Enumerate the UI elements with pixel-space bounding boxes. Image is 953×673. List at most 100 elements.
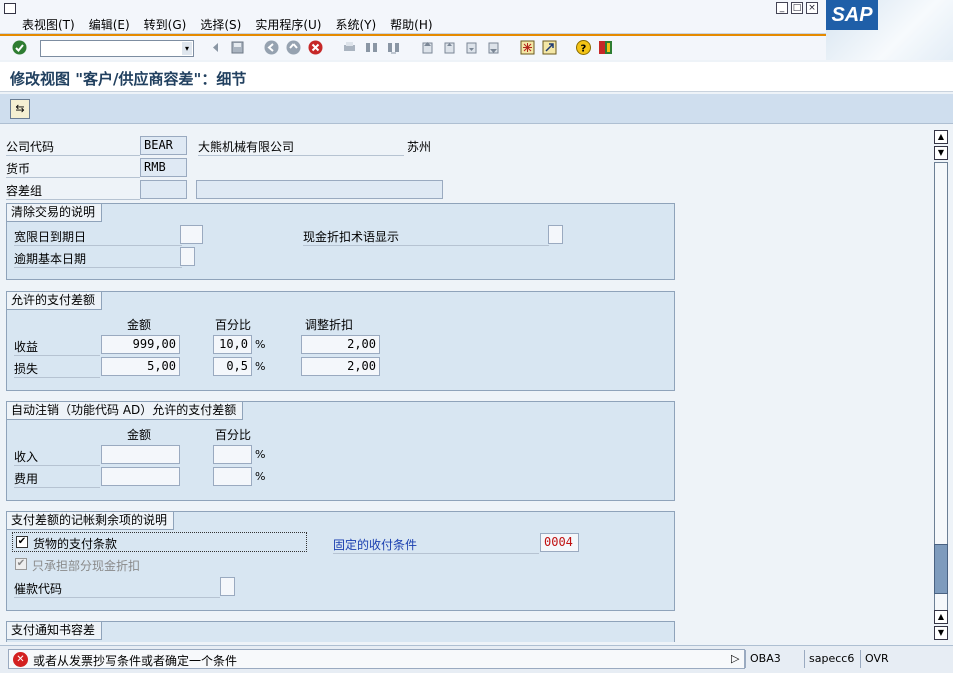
tolerance-group-label: 容差组	[6, 182, 140, 200]
content-area: 公司代码 BEAR 大熊机械有限公司 苏州 货币 RMB 容差组 清除交易的说明…	[0, 126, 930, 642]
currency-label: 货币	[6, 160, 140, 178]
help-icon[interactable]: ?	[576, 40, 591, 55]
menu-items: 表视图(T) 编辑(E) 转到(G) 选择(S) 实用程序(U) 系统(Y) 帮…	[22, 16, 447, 33]
arrears-label: 逾期基本日期	[14, 250, 182, 268]
minimize-icon[interactable]: _	[776, 2, 788, 14]
dunning-key-field[interactable]	[220, 577, 235, 596]
back-nav-icon[interactable]	[208, 40, 223, 55]
col-amount-header: 金额	[127, 318, 152, 332]
expense-amount-field[interactable]	[101, 467, 180, 486]
system-name: sapecc6	[804, 650, 860, 668]
menu-selection[interactable]: 选择(S)	[200, 16, 241, 33]
find-icon[interactable]	[364, 40, 379, 55]
cancel-icon[interactable]	[308, 40, 323, 55]
status-bar: ✕ 或者从发票抄写条件或者确定一个条件 ▷ OBA3 sapecc6 OVR	[0, 645, 953, 673]
writeoff-col-percent-header: 百分比	[215, 428, 252, 442]
cash-disc-field[interactable]	[548, 225, 563, 244]
window-controls: _ □ ×	[776, 2, 818, 14]
find-next-icon[interactable]	[386, 40, 401, 55]
back-icon[interactable]	[264, 40, 279, 55]
dunning-key-label: 催款代码	[14, 580, 220, 598]
layout-icon[interactable]	[598, 40, 613, 55]
next-page-icon[interactable]	[464, 40, 479, 55]
status-expand-icon[interactable]: ▷	[731, 652, 739, 665]
expense-percent-sign: %	[255, 470, 266, 483]
loss-percent-field[interactable]: 0,5	[213, 357, 252, 376]
writeoff-col-amount-header: 金额	[127, 428, 152, 442]
group-advice-title: 支付通知书容差	[7, 622, 103, 640]
system-menu-icon[interactable]	[4, 3, 16, 14]
terms-checkbox[interactable]: ✔	[16, 536, 28, 548]
income-percent-field[interactable]	[213, 445, 252, 464]
revenue-adjust-field[interactable]: 2,00	[301, 335, 380, 354]
grace-days-field[interactable]	[180, 225, 203, 244]
prev-page-icon[interactable]	[442, 40, 457, 55]
scroll-down-icon[interactable]: ▲	[934, 610, 948, 624]
command-history-dropdown-icon[interactable]: ▾	[182, 42, 192, 55]
menubar: 表视图(T) 编辑(E) 转到(G) 选择(S) 实用程序(U) 系统(Y) 帮…	[0, 0, 953, 34]
scroll-thumb[interactable]	[934, 544, 948, 594]
terms-checkbox-label: 货物的支付条款	[33, 537, 118, 551]
vertical-scrollbar[interactable]: ▲ ▼ ▲ ▼	[932, 128, 949, 640]
loss-amount-field[interactable]: 5,00	[101, 357, 180, 376]
partial-disc-label: 只承担部分现金折扣	[32, 559, 141, 573]
page-title: 修改视图 "客户/供应商容差"：细节	[10, 70, 247, 88]
menu-goto[interactable]: 转到(G)	[144, 16, 187, 33]
scroll-up-icon[interactable]: ▼	[934, 146, 948, 160]
expense-percent-field[interactable]	[213, 467, 252, 486]
menu-utilities[interactable]: 实用程序(U)	[255, 16, 321, 33]
revenue-percent-field[interactable]: 10,0	[213, 335, 252, 354]
group-auto-writeoff: 自动注销（功能代码 AD）允许的支付差额 金额 百分比 收入 % 费用 %	[6, 401, 675, 501]
input-mode[interactable]: OVR	[860, 650, 902, 668]
maximize-icon[interactable]: □	[791, 2, 803, 14]
group-advice: 支付通知书容差	[6, 621, 675, 642]
group-clearing-title: 清除交易的说明	[7, 204, 103, 222]
group-payment-diff-title: 允许的支付差额	[7, 292, 103, 310]
fixed-terms-field[interactable]: 0004	[540, 533, 579, 552]
close-icon[interactable]: ×	[806, 2, 818, 14]
grace-days-label: 宽限日到期日	[14, 228, 182, 246]
terms-checkbox-row[interactable]: ✔ 货物的支付条款	[12, 532, 307, 552]
svg-text:?: ?	[581, 44, 587, 55]
group-residual: 支付差额的记帐剩余项的说明 ✔ 货物的支付条款 固定的收付条件 0004 ✔ 只…	[6, 511, 675, 611]
command-field[interactable]: ▾	[40, 40, 194, 57]
last-page-icon[interactable]	[486, 40, 501, 55]
first-page-icon[interactable]	[420, 40, 435, 55]
tolerance-group-field	[140, 180, 187, 199]
loss-label: 损失	[14, 360, 100, 378]
other-entry-icon[interactable]: ⇆	[10, 99, 30, 119]
new-session-icon[interactable]	[520, 40, 535, 55]
company-name: 大熊机械有限公司	[198, 138, 404, 156]
revenue-percent-sign: %	[255, 338, 266, 351]
error-icon: ✕	[13, 652, 28, 667]
enter-icon[interactable]	[12, 40, 27, 55]
save-icon[interactable]	[230, 40, 245, 55]
menu-system[interactable]: 系统(Y)	[335, 16, 376, 33]
arrears-field[interactable]	[180, 247, 195, 266]
scroll-bottom-icon[interactable]: ▼	[934, 626, 948, 640]
menu-help[interactable]: 帮助(H)	[390, 16, 432, 33]
sap-logo: SAP	[826, 0, 953, 60]
sap-logo-text: SAP	[826, 0, 878, 30]
tolerance-group-desc-field[interactable]	[196, 180, 443, 199]
income-amount-field[interactable]	[101, 445, 180, 464]
print-icon[interactable]	[342, 40, 357, 55]
menu-edit[interactable]: 编辑(E)	[89, 16, 130, 33]
scroll-top-icon[interactable]: ▲	[934, 130, 948, 144]
company-code-label: 公司代码	[6, 138, 140, 156]
shortcut-icon[interactable]	[542, 40, 557, 55]
exit-icon[interactable]	[286, 40, 301, 55]
loss-percent-sign: %	[255, 360, 266, 373]
revenue-amount-field[interactable]: 999,00	[101, 335, 180, 354]
company-code-field: BEAR	[140, 136, 187, 155]
loss-adjust-field[interactable]: 2,00	[301, 357, 380, 376]
status-message-area[interactable]: ✕ 或者从发票抄写条件或者确定一个条件 ▷	[8, 649, 745, 669]
title-bar: 修改视图 "客户/供应商容差"：细节	[0, 62, 953, 92]
standard-toolbar: ▾ ?	[0, 34, 826, 60]
fixed-terms-label: 固定的收付条件	[333, 536, 539, 554]
group-clearing: 清除交易的说明 宽限日到期日 现金折扣术语显示 逾期基本日期	[6, 203, 675, 280]
expense-label: 费用	[14, 470, 100, 488]
partial-disc-checkbox: ✔	[15, 558, 27, 570]
status-message: 或者从发票抄写条件或者确定一个条件	[33, 654, 238, 668]
menu-table-view[interactable]: 表视图(T)	[22, 16, 75, 33]
